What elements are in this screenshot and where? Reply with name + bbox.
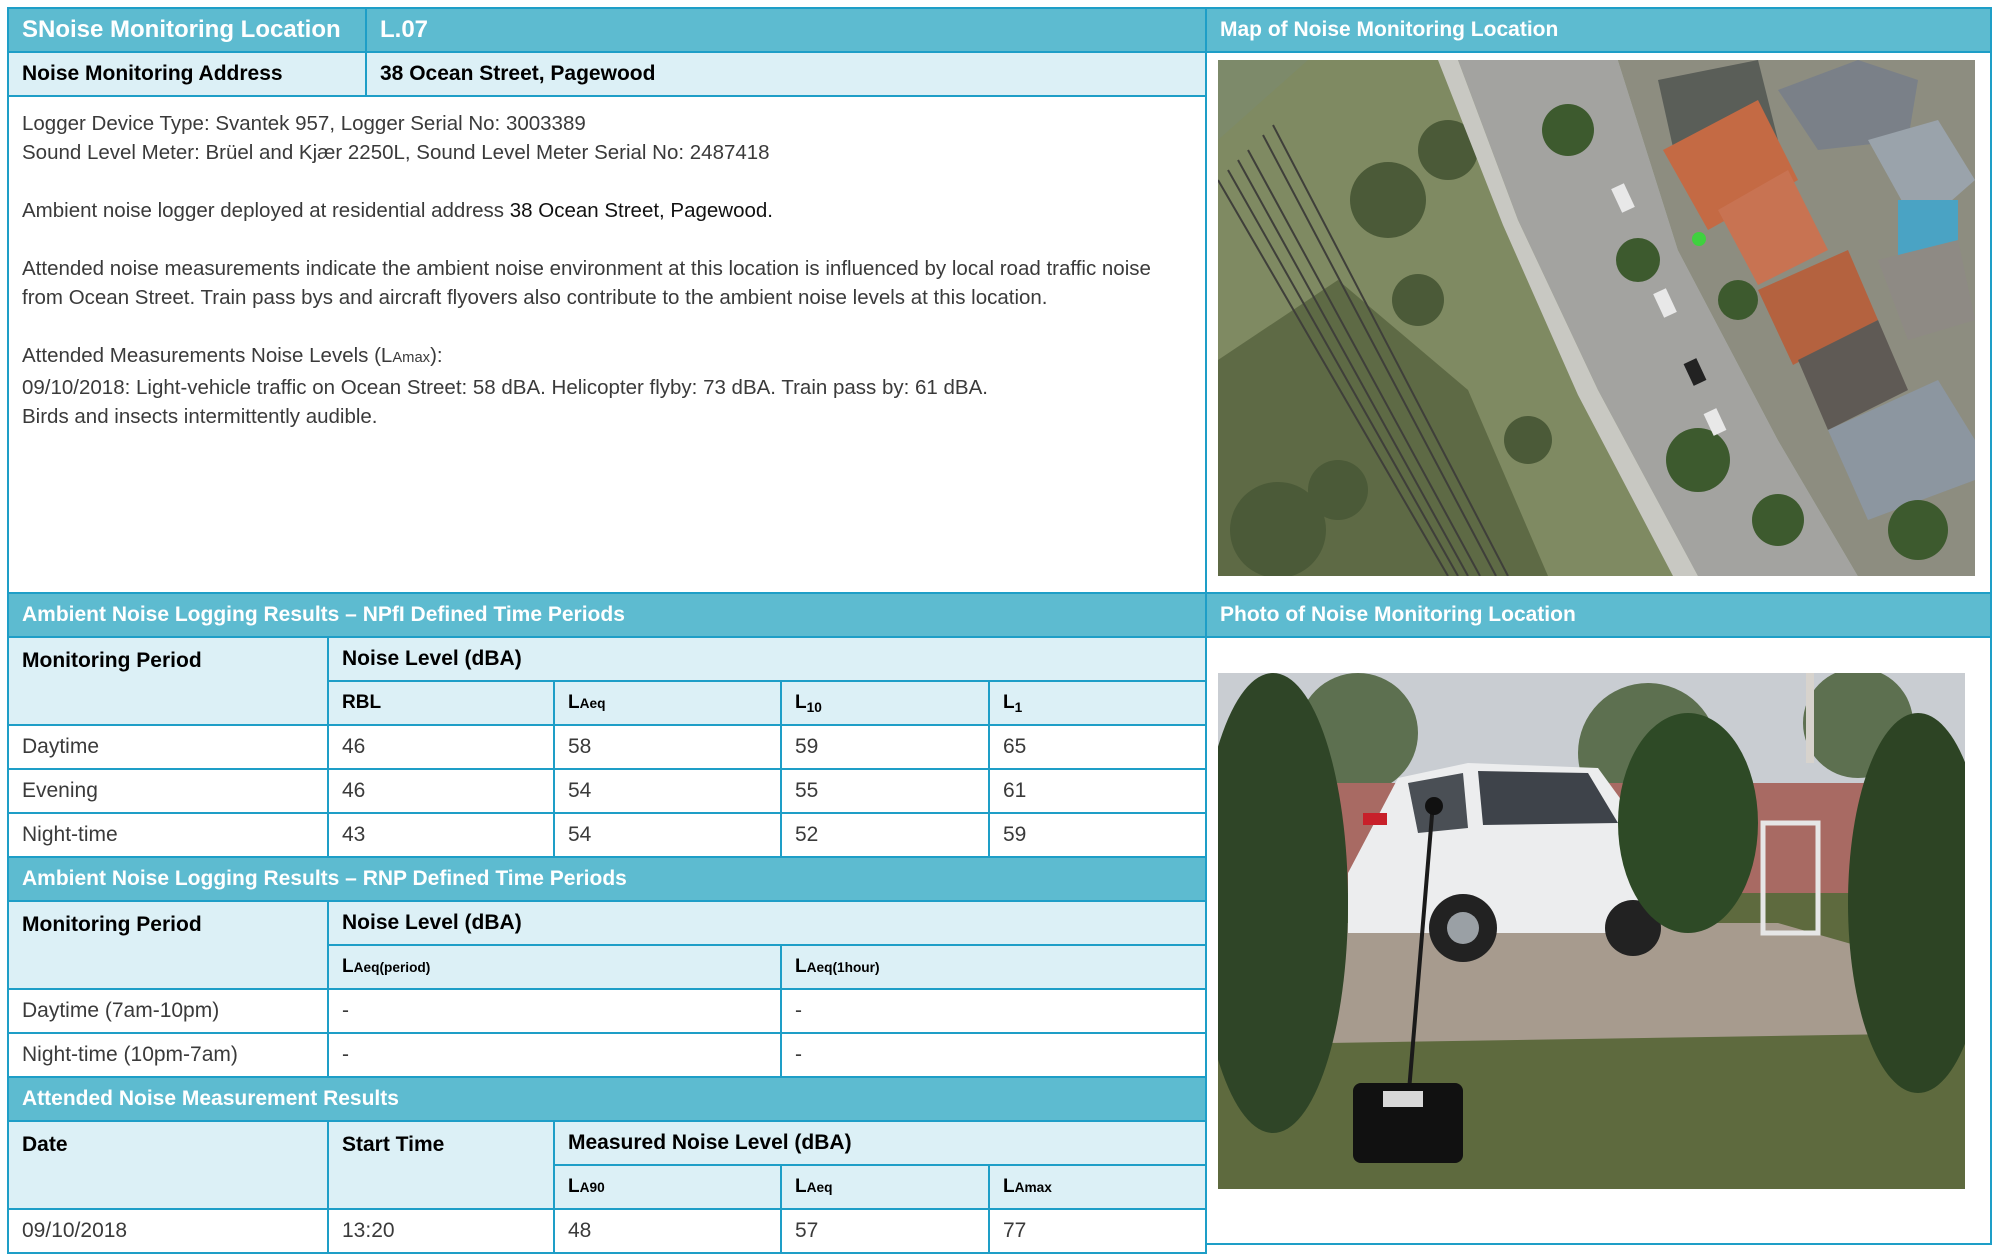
location-id: L.07 (365, 7, 1207, 53)
npfi-col-laeq: L Aeq (553, 680, 782, 726)
rnp-period-header: Monitoring Period (7, 900, 329, 990)
deploy-text: Ambient noise logger deployed at residen… (22, 199, 510, 222)
npfi-col-rbl: RBL (327, 680, 555, 726)
npfi-row-period: Evening (7, 768, 329, 814)
npfi-cell: 52 (780, 812, 990, 858)
npfi-cell: 55 (780, 768, 990, 814)
npfi-level-header: Noise Level (dBA) (327, 636, 1207, 682)
attended-title: Attended Noise Measurement Results (7, 1076, 1207, 1122)
npfi-cell: 46 (327, 768, 555, 814)
rnp-cell: - (780, 988, 1207, 1034)
influence-text: Attended noise measurements indicate the… (22, 257, 1151, 309)
npfi-row-period: Night-time (7, 812, 329, 858)
npfi-cell: 43 (327, 812, 555, 858)
npfi-cell: 59 (780, 724, 990, 770)
npfi-cell: 61 (988, 768, 1207, 814)
rnp-row-period: Night-time (10pm-7am) (7, 1032, 329, 1078)
npfi-col-l10: L 10 (780, 680, 990, 726)
npfi-cell: 54 (553, 768, 782, 814)
attended-level-header: Measured Noise Level (dBA) (553, 1120, 1207, 1166)
birds-line: Birds and insects intermittently audible… (22, 405, 378, 428)
site-photo (1218, 673, 1965, 1189)
deploy-line: Ambient noise logger deployed at residen… (22, 196, 1192, 225)
aerial-map-image (1218, 60, 1975, 576)
attended-date-header: Date (7, 1120, 329, 1210)
location-description: Logger Device Type: Svantek 957, Logger … (7, 95, 1207, 594)
photo-title: Photo of Noise Monitoring Location (1205, 592, 1992, 638)
npfi-cell: 58 (553, 724, 782, 770)
attended-heading: Attended Measurements Noise Levels (LAma… (22, 341, 1192, 373)
address-value: 38 Ocean Street, Pagewood (365, 51, 1207, 97)
noise-monitoring-sheet: SNoise Monitoring Location L.07 Map of N… (7, 7, 1992, 1254)
location-marker (1692, 232, 1706, 246)
npfi-cell: 46 (327, 724, 555, 770)
rnp-row-period: Daytime (7am-10pm) (7, 988, 329, 1034)
attended-start-header: Start Time (327, 1120, 555, 1210)
rnp-col-laeq-1hour: L Aeq(1hour) (780, 944, 1207, 990)
meter-line: Sound Level Meter: Brüel and Kjær 2250L,… (22, 141, 770, 164)
attended-col-la90: L A90 (553, 1164, 782, 1210)
npfi-cell: 65 (988, 724, 1207, 770)
attended-col-lamax: L Amax (988, 1164, 1207, 1210)
npfi-period-header: Monitoring Period (7, 636, 329, 726)
attended-row-start: 13:20 (327, 1208, 555, 1254)
location-label: SNoise Monitoring Location (7, 7, 367, 53)
npfi-row-period: Daytime (7, 724, 329, 770)
rnp-title: Ambient Noise Logging Results – RNP Defi… (7, 856, 1207, 902)
attended-cell: 77 (988, 1208, 1207, 1254)
address-label: Noise Monitoring Address (7, 51, 367, 97)
npfi-col-l1: L1 (988, 680, 1207, 726)
attended-row-date: 09/10/2018 (7, 1208, 329, 1254)
map-panel (1205, 51, 1992, 594)
rnp-level-header: Noise Level (dBA) (327, 900, 1207, 946)
attended-heading-pre: Attended Measurements Noise Levels (L (22, 344, 393, 367)
npfi-cell: 54 (553, 812, 782, 858)
photo-panel (1205, 636, 1992, 1245)
rnp-cell: - (327, 988, 782, 1034)
deploy-address: 38 Ocean Street, Pagewood. (509, 199, 774, 222)
attended-cell: 57 (780, 1208, 990, 1254)
npfi-title: Ambient Noise Logging Results – NPfI Def… (7, 592, 1207, 638)
attended-cell: 48 (553, 1208, 782, 1254)
rnp-cell: - (327, 1032, 782, 1078)
attended-heading-sub: Amax (392, 350, 431, 366)
rnp-col-laeq-period: L Aeq(period) (327, 944, 782, 990)
logger-line: Logger Device Type: Svantek 957, Logger … (22, 112, 586, 135)
rnp-cell: - (780, 1032, 1207, 1078)
attended-line: 09/10/2018: Light-vehicle traffic on Oce… (22, 376, 988, 399)
npfi-cell: 59 (988, 812, 1207, 858)
map-title: Map of Noise Monitoring Location (1205, 7, 1992, 53)
attended-col-laeq: L Aeq (780, 1164, 990, 1210)
attended-heading-post: ): (430, 344, 443, 367)
